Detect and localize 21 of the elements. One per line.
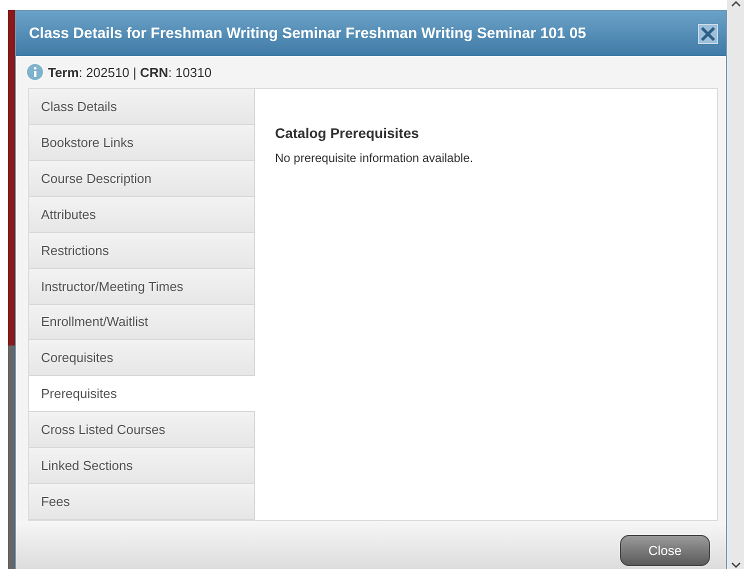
scroll-down-icon[interactable] — [730, 561, 740, 569]
tab[interactable]: Course Description — [28, 160, 255, 197]
info-message: No prerequisite information available. — [274, 151, 474, 165]
scrollbar[interactable] — [727, 0, 744, 569]
tab[interactable]: Fees — [28, 484, 255, 520]
section-heading: Catalog Prerequisites — [274, 125, 420, 141]
tab[interactable]: Enrollment/Waitlist — [28, 304, 255, 340]
close-icon[interactable] — [698, 24, 718, 44]
close-button[interactable]: Close — [620, 535, 710, 566]
tab[interactable]: Restrictions — [28, 232, 255, 269]
tab[interactable]: Corequisites — [28, 340, 255, 376]
tab[interactable]: Instructor/Meeting Times — [28, 268, 255, 305]
tab[interactable]: Attributes — [28, 196, 255, 233]
tab[interactable]: Linked Sections — [28, 448, 255, 484]
scroll-up-icon[interactable] — [730, 0, 740, 8]
dialog-title: Class Details for Freshman Writing Seminar Freshman Writing Seminar 101 05 — [28, 25, 586, 42]
tab[interactable]: Class Details — [28, 89, 255, 125]
term-crn-text: Term: 202510 | CRN: 10310 — [48, 64, 212, 80]
tab[interactable]: Bookstore Links — [28, 124, 255, 161]
info-icon — [26, 64, 43, 80]
tab[interactable]: Cross Listed Courses — [28, 412, 255, 448]
